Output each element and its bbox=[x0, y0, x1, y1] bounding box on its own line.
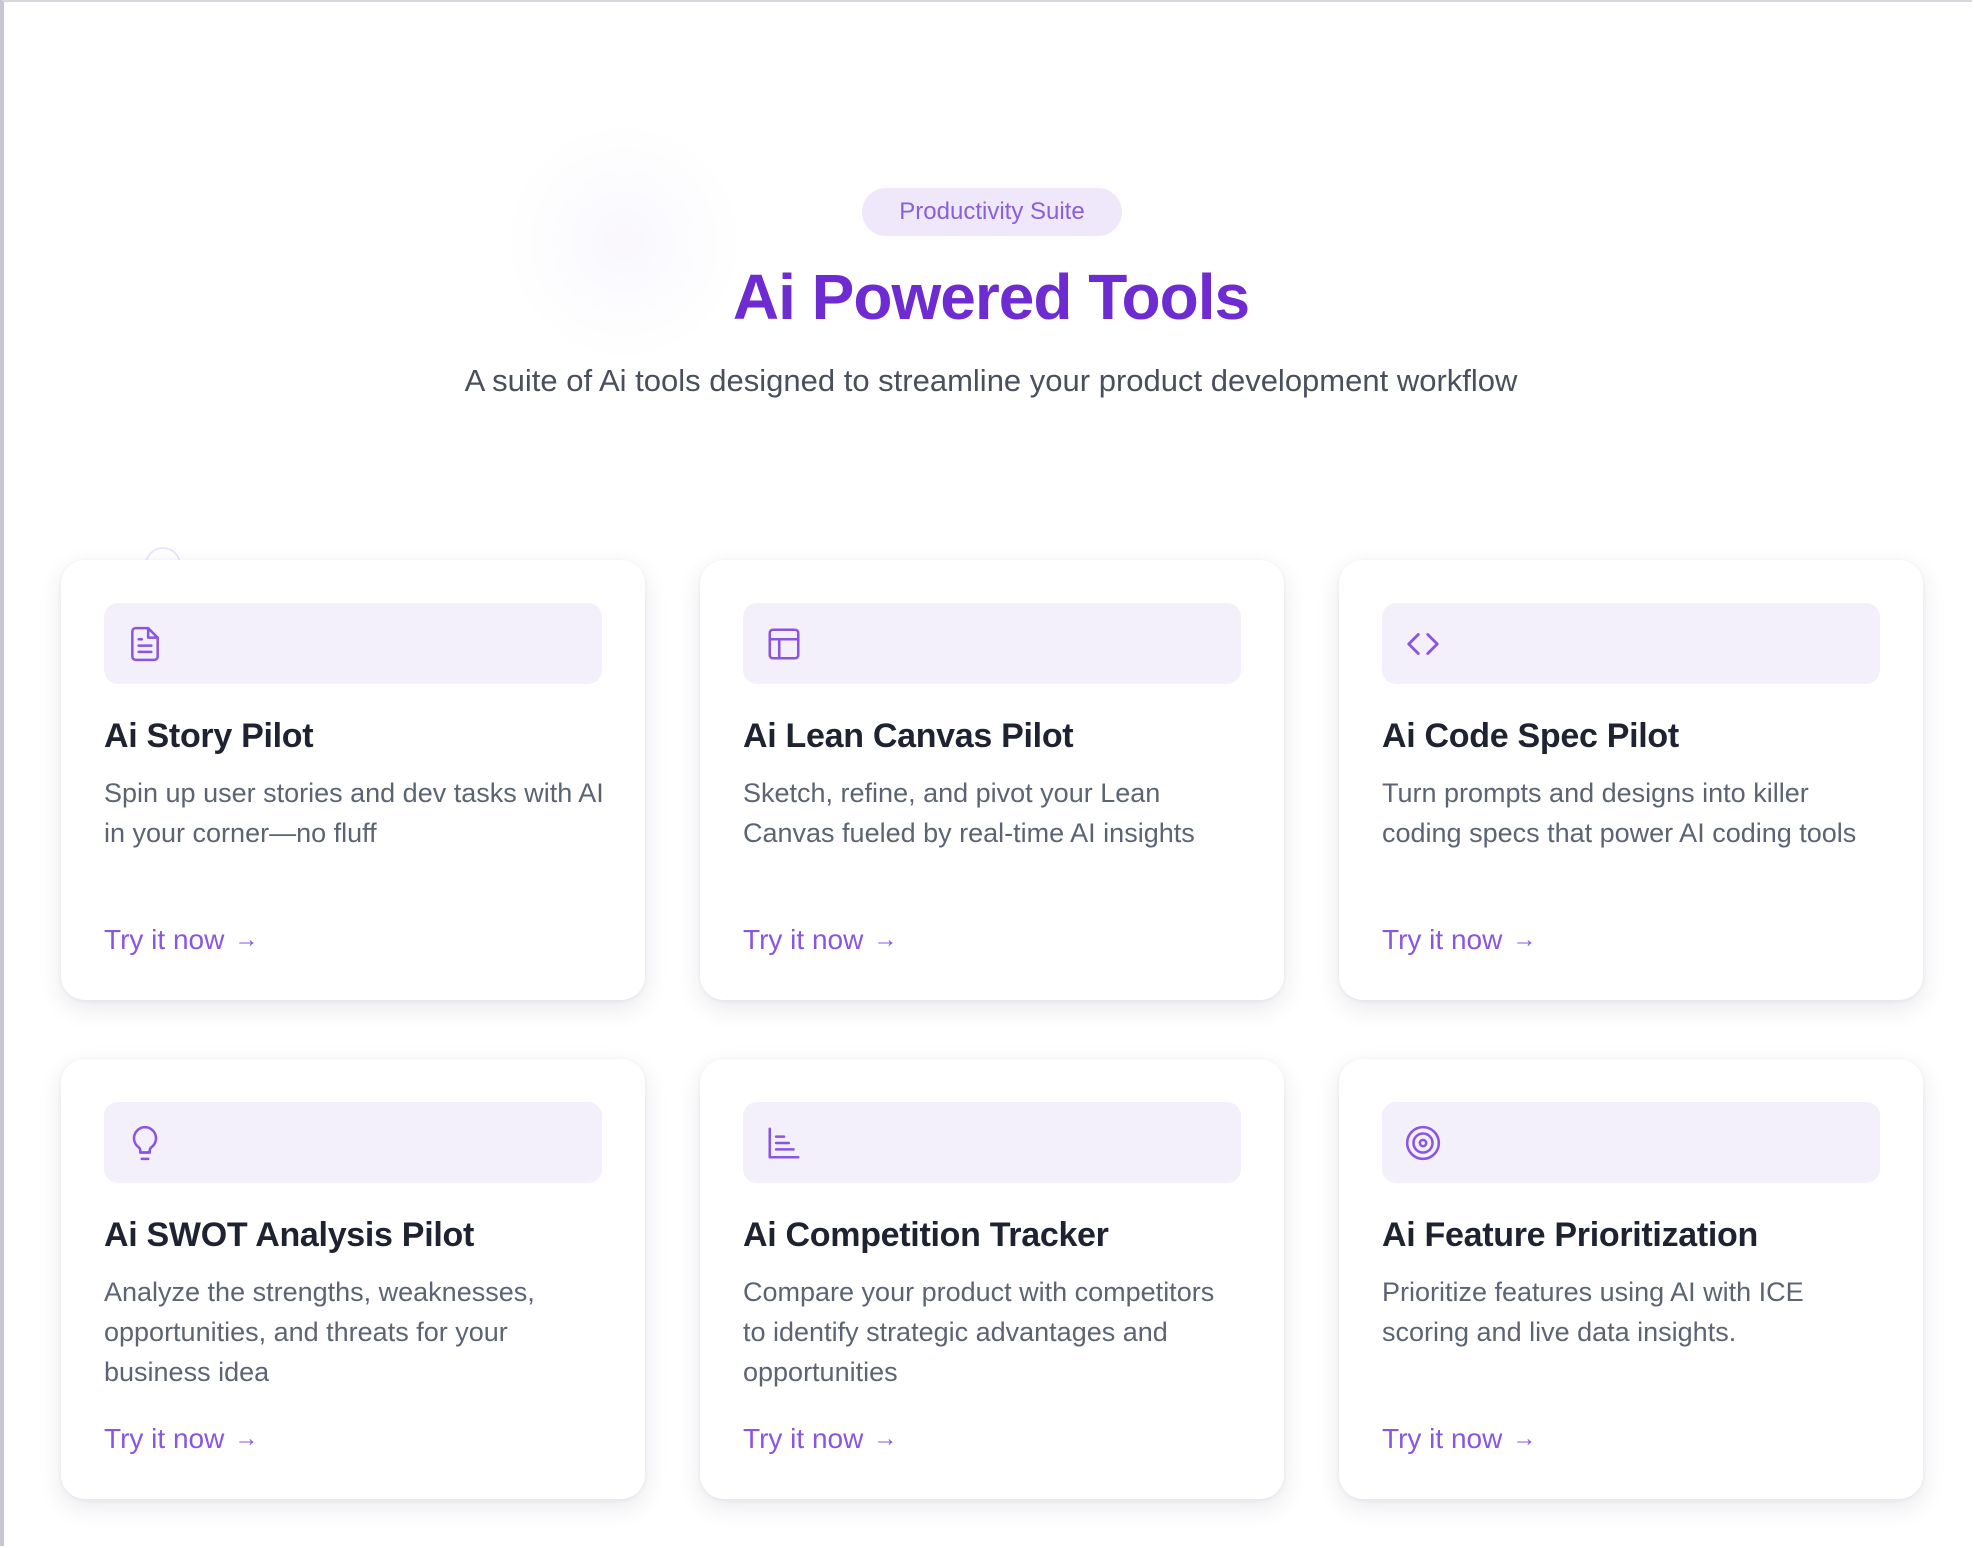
tool-icon-bar bbox=[743, 603, 1241, 684]
try-it-now-link[interactable]: Try it now → bbox=[1382, 920, 1536, 960]
tool-card-title: Ai Feature Prioritization bbox=[1382, 1216, 1758, 1254]
tool-card-description: Turn prompts and designs into killer cod… bbox=[1382, 778, 1857, 848]
tool-card-swot-analysis-pilot: Ai SWOT Analysis Pilot Analyze the stren… bbox=[61, 1059, 645, 1499]
code-icon bbox=[1407, 633, 1439, 655]
tool-card-description: Sketch, refine, and pivot your Lean Canv… bbox=[743, 778, 1195, 848]
tool-card-lean-canvas-pilot: Ai Lean Canvas Pilot Sketch, refine, and… bbox=[700, 560, 1284, 1000]
tool-card-description: Prioritize features using AI with ICE sc… bbox=[1382, 1277, 1804, 1347]
tool-icon-bar bbox=[104, 603, 602, 684]
try-it-now-label: Try it now bbox=[743, 924, 864, 955]
try-it-now-label: Try it now bbox=[1382, 924, 1503, 955]
arrow-right-icon: → bbox=[873, 926, 898, 953]
tool-icon-bar bbox=[104, 1102, 602, 1183]
tool-card-title: Ai Story Pilot bbox=[104, 717, 314, 755]
tool-icon-bar bbox=[743, 1102, 1241, 1183]
try-it-now-label: Try it now bbox=[743, 1423, 864, 1454]
tool-card-story-pilot: Ai Story Pilot Spin up user stories and … bbox=[61, 560, 645, 1000]
section-badge: Productivity Suite bbox=[862, 188, 1122, 236]
try-it-now-label: Try it now bbox=[104, 924, 225, 955]
tool-card-competition-tracker: Ai Competition Tracker Compare your prod… bbox=[700, 1059, 1284, 1499]
document-icon bbox=[131, 626, 159, 662]
tool-card-description: Spin up user stories and dev tasks with … bbox=[104, 778, 604, 848]
try-it-now-link[interactable]: Try it now → bbox=[104, 1419, 258, 1459]
try-it-now-link[interactable]: Try it now → bbox=[743, 1419, 897, 1459]
tool-card-title: Ai Code Spec Pilot bbox=[1382, 717, 1679, 755]
target-icon bbox=[1405, 1125, 1441, 1161]
tool-icon-bar bbox=[1382, 603, 1880, 684]
layout-icon bbox=[768, 628, 800, 660]
arrow-right-icon: → bbox=[873, 1425, 898, 1452]
arrow-right-icon: → bbox=[1512, 1425, 1537, 1452]
lightbulb-icon bbox=[132, 1125, 158, 1161]
tool-card-title: Ai Competition Tracker bbox=[743, 1216, 1109, 1254]
arrow-right-icon: → bbox=[234, 926, 259, 953]
tool-card-code-spec-pilot: Ai Code Spec Pilot Turn prompts and desi… bbox=[1339, 560, 1923, 1000]
try-it-now-link[interactable]: Try it now → bbox=[104, 920, 258, 960]
page-title: Ai Powered Tools bbox=[732, 261, 1250, 333]
try-it-now-link[interactable]: Try it now → bbox=[743, 920, 897, 960]
tool-card-title: Ai Lean Canvas Pilot bbox=[743, 717, 1074, 755]
bar-chart-icon bbox=[768, 1127, 800, 1159]
try-it-now-label: Try it now bbox=[1382, 1423, 1503, 1454]
tool-card-feature-prioritization: Ai Feature Prioritization Prioritize fea… bbox=[1339, 1059, 1923, 1499]
arrow-right-icon: → bbox=[1512, 926, 1537, 953]
tools-grid: Ai Story Pilot Spin up user stories and … bbox=[61, 560, 1923, 1499]
tool-card-description: Compare your product with competitors to… bbox=[743, 1277, 1215, 1387]
try-it-now-label: Try it now bbox=[104, 1423, 225, 1454]
tool-card-title: Ai SWOT Analysis Pilot bbox=[104, 1216, 474, 1254]
try-it-now-link[interactable]: Try it now → bbox=[1382, 1419, 1536, 1459]
page-subtitle: A suite of Ai tools designed to streamli… bbox=[464, 363, 1518, 398]
tool-card-description: Analyze the strengths, weaknesses, oppor… bbox=[104, 1277, 535, 1387]
arrow-right-icon: → bbox=[234, 1425, 259, 1452]
tool-icon-bar bbox=[1382, 1102, 1880, 1183]
page-frame: Productivity Suite Ai Powered Tools A su… bbox=[0, 0, 1972, 1546]
